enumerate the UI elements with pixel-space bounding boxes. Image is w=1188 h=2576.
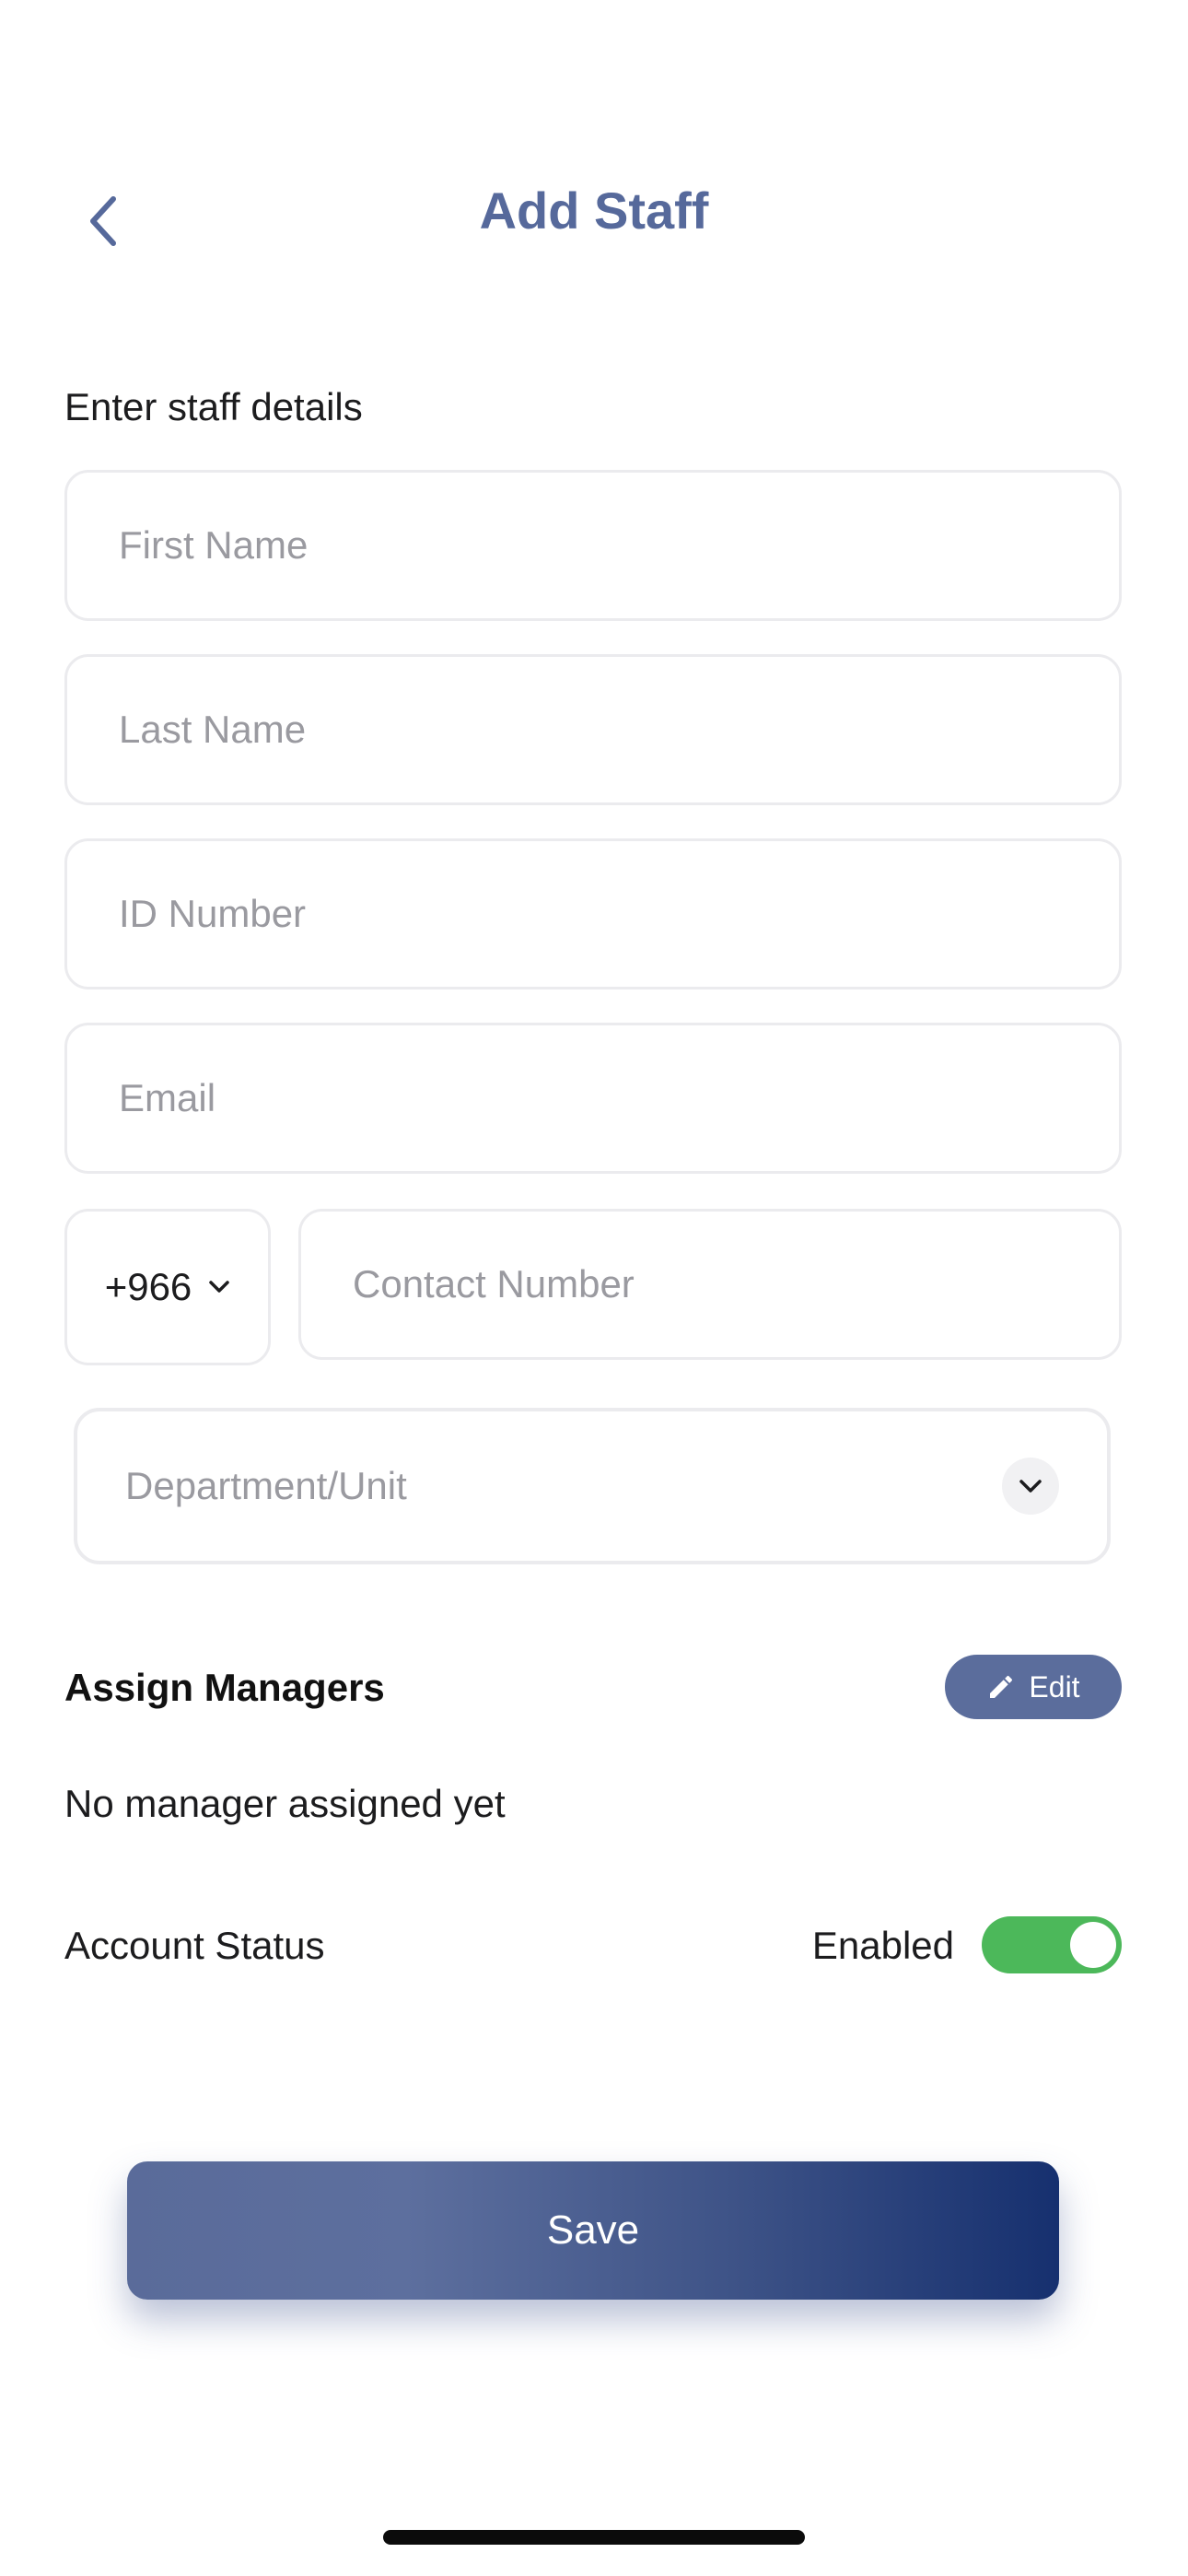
chevron-down-icon <box>1019 1480 1042 1493</box>
country-code-value: +966 <box>104 1265 192 1308</box>
first-name-input[interactable] <box>119 523 1119 568</box>
chevron-down-icon <box>209 1281 230 1293</box>
home-indicator <box>383 2530 805 2545</box>
assign-managers-title: Assign Managers <box>64 1666 385 1709</box>
page-title: Add Staff <box>479 181 709 240</box>
no-manager-text: No manager assigned yet <box>64 1782 506 1825</box>
toggle-knob <box>1070 1922 1116 1968</box>
department-select[interactable]: Department/Unit <box>74 1408 1111 1564</box>
save-label: Save <box>546 2207 640 2253</box>
last-name-field[interactable] <box>64 654 1122 805</box>
department-placeholder: Department/Unit <box>125 1464 407 1507</box>
email-input[interactable] <box>119 1076 1119 1120</box>
email-field[interactable] <box>64 1023 1122 1174</box>
id-number-field[interactable] <box>64 838 1122 989</box>
account-status-toggle[interactable] <box>982 1916 1122 1973</box>
save-button[interactable]: Save <box>127 2161 1059 2300</box>
add-staff-screen: Add Staff Enter staff details +966 Depar… <box>0 0 1188 2576</box>
id-number-input[interactable] <box>119 892 1119 936</box>
contact-number-input[interactable] <box>353 1262 1119 1306</box>
department-dropdown-button[interactable] <box>1002 1458 1059 1515</box>
country-code-select[interactable]: +966 <box>64 1209 271 1365</box>
edit-managers-button[interactable]: Edit <box>945 1655 1122 1719</box>
account-status-label: Account Status <box>64 1924 325 1967</box>
contact-number-field[interactable] <box>298 1209 1122 1360</box>
account-status-value: Enabled <box>811 1924 954 1967</box>
pencil-icon <box>990 1675 1013 1698</box>
section-label: Enter staff details <box>64 385 363 428</box>
last-name-input[interactable] <box>119 708 1119 752</box>
first-name-field[interactable] <box>64 470 1122 621</box>
edit-label: Edit <box>1029 1669 1080 1704</box>
